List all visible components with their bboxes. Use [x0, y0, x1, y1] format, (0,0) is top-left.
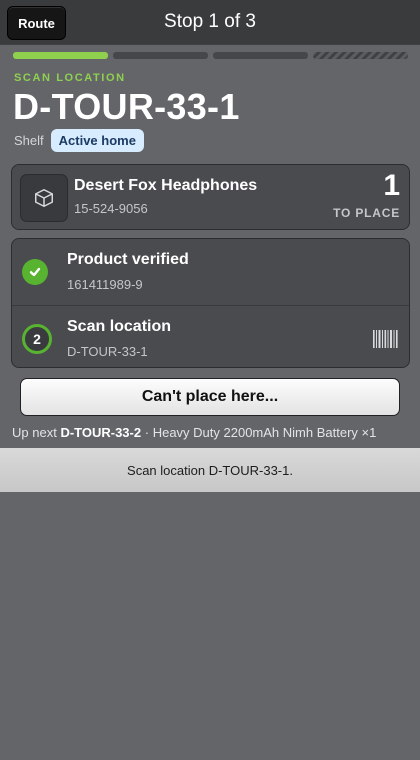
- box-icon: [20, 174, 68, 222]
- status-message-bar: Scan location D-TOUR-33-1.: [0, 448, 420, 492]
- step-scan-location[interactable]: 2 Scan location D-TOUR-33-1: [12, 305, 409, 367]
- up-next-prefix: Up next: [12, 425, 57, 440]
- step-title: Product verified: [67, 251, 189, 268]
- location-code: D-TOUR-33-1: [13, 86, 240, 127]
- product-card: Desert Fox Headphones 15-524-9056 1 TO P…: [11, 164, 410, 230]
- up-next-separator: ·: [144, 425, 150, 440]
- progress-segment: [213, 52, 308, 59]
- stop-progress-bar: [13, 52, 408, 59]
- step-subtitle: 161411989-9: [67, 277, 143, 292]
- product-name: Desert Fox Headphones: [74, 177, 258, 194]
- up-next-item: Heavy Duty 2200mAh Nimh Battery ×1: [152, 425, 377, 440]
- step-title: Scan location: [67, 318, 172, 335]
- top-bar: Route Stop 1 of 3: [0, 0, 420, 44]
- location-type: Shelf: [14, 132, 44, 148]
- check-icon: [22, 259, 48, 285]
- step-product-verified: Product verified 161411989-9: [12, 239, 409, 303]
- barcode-icon[interactable]: [373, 330, 399, 348]
- quantity-value: 1: [383, 169, 400, 202]
- progress-segment-done: [13, 52, 108, 59]
- progress-segment-pending: [313, 52, 408, 59]
- product-sku: 15-524-9056: [74, 201, 148, 216]
- quantity-label: TO PLACE: [333, 206, 400, 220]
- up-next-location: D-TOUR-33-2: [60, 425, 142, 440]
- status-message: Scan location D-TOUR-33-1.: [127, 462, 293, 478]
- steps-card: Product verified 161411989-9 2 Scan loca…: [11, 238, 410, 368]
- location-meta: Shelf Active home: [14, 128, 144, 152]
- status-badge: Active home: [50, 128, 144, 152]
- step-number: 2: [22, 324, 52, 354]
- step-subtitle: D-TOUR-33-1: [67, 344, 148, 359]
- page-title: Stop 1 of 3: [164, 11, 256, 32]
- progress-segment: [113, 52, 208, 59]
- up-next-info: Up next D-TOUR-33-2 · Heavy Duty 2200mAh…: [12, 425, 376, 440]
- cant-place-button[interactable]: Can't place here...: [20, 378, 400, 416]
- scan-location-label: SCAN LOCATION: [14, 72, 126, 84]
